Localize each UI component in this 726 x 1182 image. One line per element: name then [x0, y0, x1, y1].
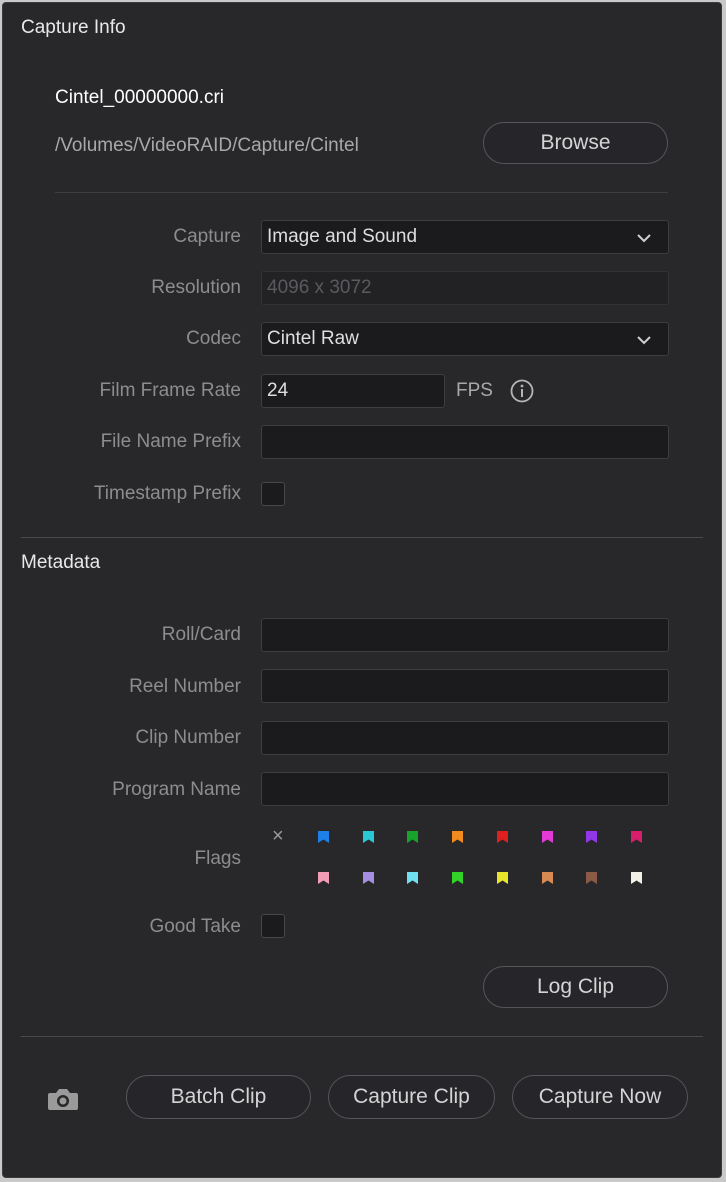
fps-label: FPS — [456, 380, 493, 401]
frame-rate-label: Film Frame Rate — [99, 380, 241, 401]
program-name-input[interactable] — [261, 772, 669, 806]
capture-label: Capture — [173, 226, 241, 247]
resolution-value: 4096 x 3072 — [267, 277, 372, 298]
flag-icon[interactable] — [496, 830, 510, 844]
divider — [21, 1036, 703, 1037]
log-clip-button[interactable]: Log Clip — [483, 966, 668, 1008]
divider — [55, 192, 668, 193]
codec-label: Codec — [186, 328, 241, 349]
prefix-label: File Name Prefix — [100, 431, 241, 452]
camera-icon[interactable] — [47, 1087, 79, 1111]
clip-number-input[interactable] — [261, 721, 669, 755]
flag-icon[interactable] — [362, 871, 376, 885]
timestamp-label: Timestamp Prefix — [93, 483, 241, 504]
flag-icon[interactable] — [451, 830, 465, 844]
info-icon[interactable] — [509, 378, 535, 404]
codec-select[interactable]: Cintel Raw — [261, 322, 669, 356]
frame-rate-input[interactable]: 24 — [261, 374, 445, 408]
flag-icon[interactable] — [406, 830, 420, 844]
prefix-input[interactable] — [261, 425, 669, 459]
capture-select[interactable]: Image and Sound — [261, 220, 669, 254]
flag-icon[interactable] — [585, 871, 599, 885]
capture-now-button[interactable]: Capture Now — [512, 1075, 688, 1119]
flag-icon[interactable] — [362, 830, 376, 844]
roll-input[interactable] — [261, 618, 669, 652]
capture-path: /Volumes/VideoRAID/Capture/Cintel — [55, 135, 359, 156]
good-take-checkbox[interactable] — [261, 914, 285, 938]
good-take-label: Good Take — [149, 916, 241, 937]
chevron-down-icon — [637, 336, 651, 345]
flag-icon[interactable] — [317, 830, 331, 844]
flag-icon[interactable] — [496, 871, 510, 885]
flag-icon[interactable] — [630, 830, 644, 844]
resolution-label: Resolution — [151, 277, 241, 298]
capture-filename: Cintel_00000000.cri — [55, 87, 225, 108]
flag-icon[interactable] — [541, 871, 555, 885]
flag-icon[interactable] — [406, 871, 420, 885]
resolution-field: 4096 x 3072 — [261, 271, 669, 305]
clip-number-label: Clip Number — [135, 727, 241, 748]
flag-icon[interactable] — [630, 871, 644, 885]
codec-select-value: Cintel Raw — [267, 328, 359, 349]
flag-icon[interactable] — [317, 871, 331, 885]
capture-clip-button[interactable]: Capture Clip — [328, 1075, 495, 1119]
capture-select-value: Image and Sound — [267, 226, 418, 247]
flag-icon[interactable] — [541, 830, 555, 844]
browse-button[interactable]: Browse — [483, 122, 668, 164]
chevron-down-icon — [637, 234, 651, 243]
program-name-label: Program Name — [112, 779, 241, 800]
metadata-title: Metadata — [21, 552, 101, 573]
flag-icon[interactable] — [451, 871, 465, 885]
clear-flags-icon[interactable]: × — [272, 825, 284, 848]
capture-info-title: Capture Info — [21, 17, 126, 38]
flag-icon[interactable] — [585, 830, 599, 844]
roll-label: Roll/Card — [161, 624, 241, 645]
capture-panel: Capture Info Cintel_00000000.cri /Volume… — [2, 2, 722, 1178]
divider — [21, 537, 703, 538]
reel-label: Reel Number — [129, 676, 241, 697]
flags-label: Flags — [194, 848, 241, 869]
frame-rate-value: 24 — [267, 380, 289, 401]
reel-input[interactable] — [261, 669, 669, 703]
timestamp-checkbox[interactable] — [261, 482, 285, 506]
batch-clip-button[interactable]: Batch Clip — [126, 1075, 311, 1119]
